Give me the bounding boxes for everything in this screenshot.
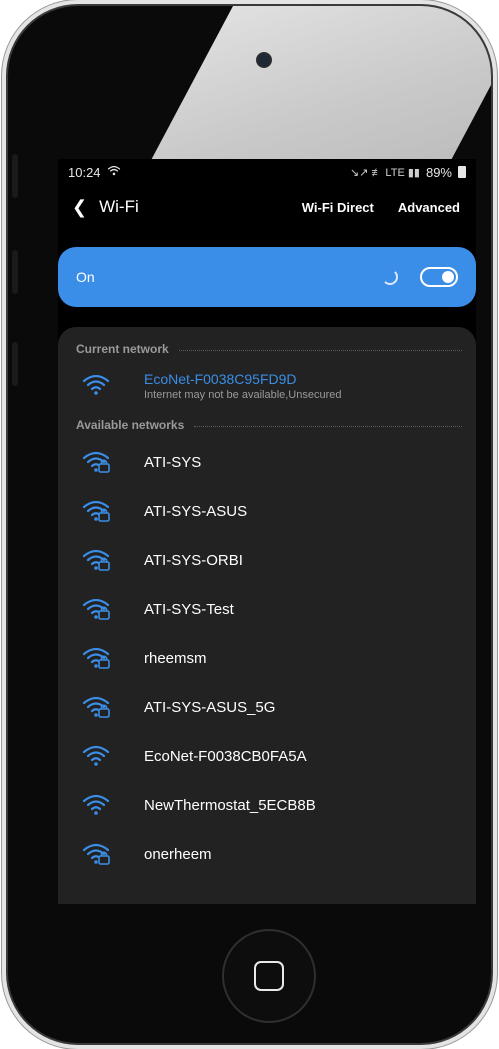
battery-percentage: 89% [425, 164, 452, 180]
wifi-toggle-card[interactable]: On [58, 247, 476, 307]
network-item[interactable]: ATI-SYS-ASUS [58, 487, 476, 536]
mute-switch [12, 154, 18, 198]
current-network-text: EcoNet-F0038C95FD9D Internet may not be … [144, 371, 342, 401]
scanning-spinner-icon [382, 269, 398, 285]
network-item[interactable]: rheemsm [58, 634, 476, 683]
wifi-lock-icon [82, 598, 114, 622]
wifi-lock-icon [82, 500, 114, 524]
wifi-lock-icon [82, 843, 114, 867]
wifi-lock-icon [82, 696, 114, 720]
network-item[interactable]: onerheem [58, 830, 476, 879]
network-item[interactable]: NewThermostat_5ECB8B [58, 781, 476, 830]
wifi-status-icon [107, 165, 121, 180]
current-network-item[interactable]: EcoNet-F0038C95FD9D Internet may not be … [58, 361, 476, 411]
home-square-icon [254, 961, 284, 991]
volume-up-button [12, 250, 18, 294]
advanced-button[interactable]: Advanced [398, 200, 460, 215]
network-item[interactable]: ATI-SYS [58, 438, 476, 487]
glass-glare [147, 6, 491, 166]
network-name: NewThermostat_5ECB8B [144, 797, 316, 814]
wifi-lock-icon [82, 647, 114, 671]
network-name: rheemsm [144, 650, 207, 667]
wifi-lock-icon [82, 549, 114, 573]
network-item[interactable]: EcoNet-F0038CB0FA5A [58, 732, 476, 781]
network-name: ATI-SYS-ASUS [144, 503, 248, 520]
current-network-header: Current network [58, 339, 476, 359]
back-arrow-icon[interactable]: ❮ [72, 197, 87, 218]
phone-frame: 10:24 ↘↗ ≢ LTE ▮▮ 89% ❮ Wi-Fi Wi-Fi Dire… [8, 6, 491, 1043]
network-name: ATI-SYS-Test [144, 601, 234, 618]
available-networks-label: Available networks [76, 418, 185, 432]
screen: 10:24 ↘↗ ≢ LTE ▮▮ 89% ❮ Wi-Fi Wi-Fi Dire… [58, 159, 476, 904]
network-name: onerheem [144, 846, 212, 863]
network-name: ATI-SYS-ORBI [144, 552, 243, 569]
status-bar: 10:24 ↘↗ ≢ LTE ▮▮ 89% [58, 159, 476, 185]
battery-icon [458, 166, 466, 178]
current-network-label: Current network [76, 342, 169, 356]
available-networks-header: Available networks [58, 415, 476, 435]
dotted-divider [194, 425, 462, 427]
available-networks-list: ATI-SYS ATI-SYS-ASUS ATI-SYS-ORBI ATI-SY… [58, 438, 476, 879]
network-name: ATI-SYS [144, 454, 202, 471]
status-time: 10:24 [68, 164, 101, 180]
current-network-name: EcoNet-F0038C95FD9D [144, 371, 297, 387]
wifi-toggle-label: On [76, 269, 95, 285]
network-name: ATI-SYS-ASUS_5G [144, 699, 276, 716]
wifi-toggle-switch[interactable] [420, 267, 458, 287]
network-item[interactable]: ATI-SYS-Test [58, 585, 476, 634]
current-network-status: Internet may not be available,Unsecured [144, 389, 342, 401]
title-bar: ❮ Wi-Fi Wi-Fi Direct Advanced [58, 185, 476, 229]
network-list: Current network EcoNet-F0038C95FD9D Inte… [58, 327, 476, 904]
signal-icons: ↘↗ ≢ LTE ▮▮ [349, 166, 420, 179]
wifi-lock-icon [82, 451, 114, 475]
network-item[interactable]: ATI-SYS-ORBI [58, 536, 476, 585]
page-title: Wi-Fi [99, 197, 139, 216]
wifi-icon [82, 745, 114, 769]
dotted-divider [178, 349, 462, 351]
toggle-knob [442, 271, 454, 283]
wifi-direct-button[interactable]: Wi-Fi Direct [302, 200, 374, 215]
wifi-icon [82, 794, 114, 818]
home-button[interactable] [224, 931, 314, 1021]
volume-down-button [12, 342, 18, 386]
front-camera [258, 54, 270, 66]
network-item[interactable]: ATI-SYS-ASUS_5G [58, 683, 476, 732]
network-name: EcoNet-F0038CB0FA5A [144, 748, 307, 765]
wifi-icon [82, 374, 114, 398]
